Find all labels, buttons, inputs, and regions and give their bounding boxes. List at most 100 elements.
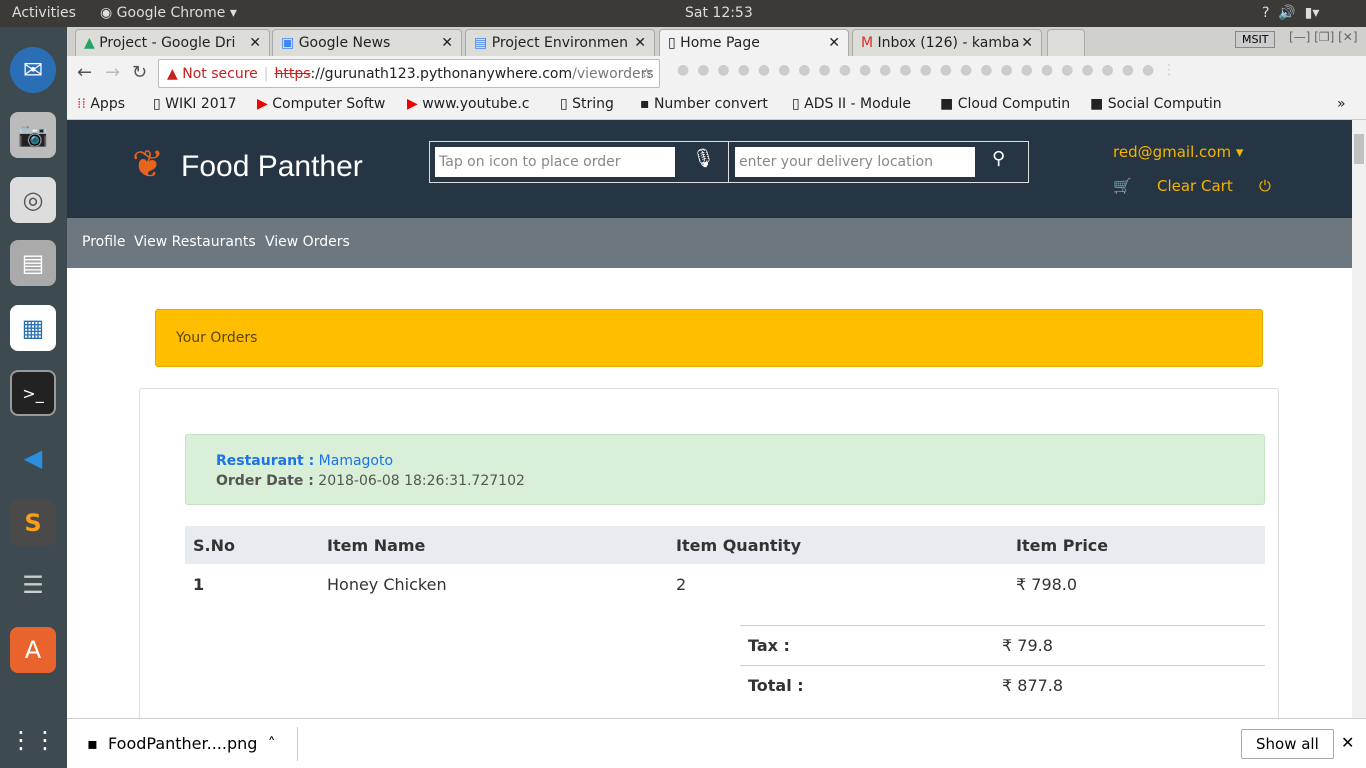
bookmark-apps[interactable]: ⁞⁞ Apps — [77, 96, 125, 112]
orders-heading: Your Orders — [155, 309, 1263, 367]
bookmark-star-icon[interactable]: ☆ — [640, 66, 653, 82]
reload-button[interactable]: ↻ — [132, 62, 147, 83]
gmail-icon: M — [861, 35, 874, 51]
forward-button[interactable]: → — [105, 62, 120, 83]
tab-strip: ▲ Project - Google Dri ✕ ▣ Google News ✕ ▤… — [67, 27, 1366, 56]
clear-cart-link[interactable]: Clear Cart — [1157, 177, 1233, 195]
bookmarks-overflow-button[interactable]: » — [1337, 96, 1346, 112]
user-menu[interactable]: red@gmail.com ▾ — [1113, 143, 1243, 161]
bookmark-item[interactable]: ▯ WIKI 2017 — [153, 96, 237, 112]
bookmark-folder[interactable]: ■ Cloud Computin — [940, 96, 1080, 112]
tab-label: Inbox (126) - kamba — [877, 35, 1020, 51]
tax-label: Tax : — [748, 636, 790, 655]
total-label: Total : — [748, 676, 804, 695]
bookmark-label: Apps — [90, 96, 126, 112]
bookmark-item[interactable]: ▯ String — [560, 96, 614, 112]
news-icon: ▣ — [281, 35, 295, 51]
tab-label: Google News — [298, 35, 391, 51]
software-center-icon[interactable]: A — [10, 627, 56, 673]
order-date: 2018-06-08 18:26:31.727102 — [318, 473, 525, 489]
show-apps-icon[interactable]: ⋮⋮ — [9, 717, 57, 763]
cell-price: ₹ 798.0 — [1016, 574, 1078, 594]
download-filename: FoodPanther....png — [108, 734, 258, 753]
order-items-table: S.No Item Name Item Quantity Item Price … — [185, 526, 1265, 604]
order-date-label: Order Date : — [216, 473, 314, 489]
show-all-button[interactable]: Show all — [1241, 729, 1334, 759]
nav-view-orders[interactable]: View Orders — [265, 234, 350, 250]
brand-name[interactable]: Food Panther — [181, 150, 363, 184]
col-sno: S.No — [185, 526, 319, 564]
site-nav: Profile View Restaurants View Orders — [67, 218, 1352, 268]
bookmark-item[interactable]: ▶ Computer Softw — [257, 96, 397, 112]
cart-icon[interactable]: 🛒 — [1113, 177, 1132, 195]
close-icon[interactable]: ✕ — [634, 35, 646, 51]
tab-google-drive[interactable]: ▲ Project - Google Dri ✕ — [75, 29, 270, 56]
clock[interactable]: Sat 12:53 — [685, 5, 753, 21]
page-scrollbar[interactable] — [1352, 120, 1366, 718]
web-page: ❦ Food Panther Tap on icon to place orde… — [67, 120, 1352, 718]
back-button[interactable]: ← — [77, 62, 92, 83]
camera-icon[interactable]: 📷 — [10, 112, 56, 158]
location-input[interactable]: enter your delivery location — [735, 147, 975, 177]
bookmark-label: Cloud Computin — [957, 96, 1071, 112]
restaurant-name[interactable]: Mamagoto — [319, 453, 393, 469]
panther-logo-icon: ❦ — [132, 142, 164, 186]
profile-button[interactable]: MSIT — [1235, 31, 1276, 48]
sublime-icon[interactable]: S — [10, 500, 56, 546]
table-row: 1 Honey Chicken 2 ₹ 798.0 — [185, 564, 1265, 604]
new-tab-button[interactable] — [1047, 29, 1085, 56]
tab-gmail-inbox[interactable]: M Inbox (126) - kamba ✕ — [852, 29, 1042, 56]
launcher: ✉ 📷 ◎ ▤ ▦ >_ ◀ S ☰ A ⋮⋮ — [0, 27, 67, 768]
warning-icon: ▲ — [167, 65, 178, 82]
table-header: S.No Item Name Item Quantity Item Price — [185, 526, 1265, 564]
app-menu[interactable]: ◉ Google Chrome ▾ — [100, 5, 237, 21]
url-host: ://gurunath123.pythonanywhere.com — [310, 65, 573, 82]
activities-button[interactable]: Activities — [12, 5, 76, 21]
nav-view-restaurants[interactable]: View Restaurants — [134, 234, 256, 250]
close-icon[interactable]: ✕ — [441, 35, 453, 51]
close-icon[interactable]: ✕ — [1021, 35, 1033, 51]
system-tray-icons[interactable]: ? 🔊 ▮▾ — [1262, 5, 1319, 21]
files-icon[interactable]: ▤ — [10, 240, 56, 286]
bookmark-item[interactable]: ▯ ADS II - Module — [792, 96, 927, 112]
extension-icons[interactable]: ●●●●●●●●●●●●●●●●●●●●●●●●⋮ — [677, 62, 1184, 78]
order-info: Restaurant : Mamagoto Order Date : 2018-… — [185, 434, 1265, 505]
close-download-bar-icon[interactable]: ✕ — [1341, 733, 1354, 752]
database-icon[interactable]: ☰ — [10, 562, 56, 608]
page-icon: ▯ — [668, 35, 676, 51]
bookmark-label: www.youtube.c — [422, 96, 530, 112]
chevron-up-icon[interactable]: ˄ — [268, 734, 276, 753]
thunderbird-icon[interactable]: ✉ — [10, 47, 56, 93]
order-input[interactable]: Tap on icon to place order — [435, 147, 675, 177]
terminal-icon[interactable]: >_ — [10, 370, 56, 416]
bookmark-label: ADS II - Module — [804, 96, 911, 112]
restaurant-label: Restaurant : — [216, 453, 315, 469]
vscode-icon[interactable]: ◀ — [10, 435, 56, 481]
tab-label: Home Page — [680, 35, 760, 51]
bookmark-folder[interactable]: ■ Social Computin — [1090, 96, 1230, 112]
logout-power-icon[interactable]: ⏻ — [1259, 177, 1271, 195]
close-icon[interactable]: ✕ — [828, 35, 840, 51]
location-pin-icon[interactable]: ⚲ — [992, 148, 1005, 169]
download-item[interactable]: ▪ FoodPanther....png ˄ — [87, 734, 276, 753]
tab-home-page[interactable]: ▯ Home Page ✕ — [659, 29, 849, 56]
cell-quantity: 2 — [676, 574, 687, 594]
microphone-icon[interactable]: 🎙 — [692, 148, 715, 169]
bookmark-label: Number convert — [653, 96, 768, 112]
close-icon[interactable]: ✕ — [249, 35, 261, 51]
security-label[interactable]: Not secure — [182, 66, 258, 82]
address-bar[interactable]: ▲ Not secure | https://gurunath123.pytho… — [158, 59, 660, 88]
bookmark-label: String — [572, 96, 614, 112]
speaker-icon[interactable]: ◎ — [10, 177, 56, 223]
bookmark-item[interactable]: ▶ www.youtube.c — [407, 96, 547, 112]
bookmark-item[interactable]: ▪ Number convert — [640, 96, 780, 112]
tab-google-news[interactable]: ▣ Google News ✕ — [272, 29, 462, 56]
window-controls[interactable]: [—] [❐] [✕] — [1289, 30, 1358, 44]
nav-profile[interactable]: Profile — [82, 234, 126, 250]
writer-icon[interactable]: ▦ — [10, 305, 56, 351]
bookmarks-bar: ⁞⁞ Apps ▯ WIKI 2017 ▶ Computer Softw ▶ w… — [67, 90, 1366, 120]
col-price: Item Price — [1008, 526, 1265, 564]
tab-project-environment[interactable]: ▤ Project Environmen ✕ — [465, 29, 655, 56]
order-totals: Tax : ₹ 79.8 Total : ₹ 877.8 — [740, 625, 1265, 705]
cell-item-name: Honey Chicken — [327, 574, 447, 594]
